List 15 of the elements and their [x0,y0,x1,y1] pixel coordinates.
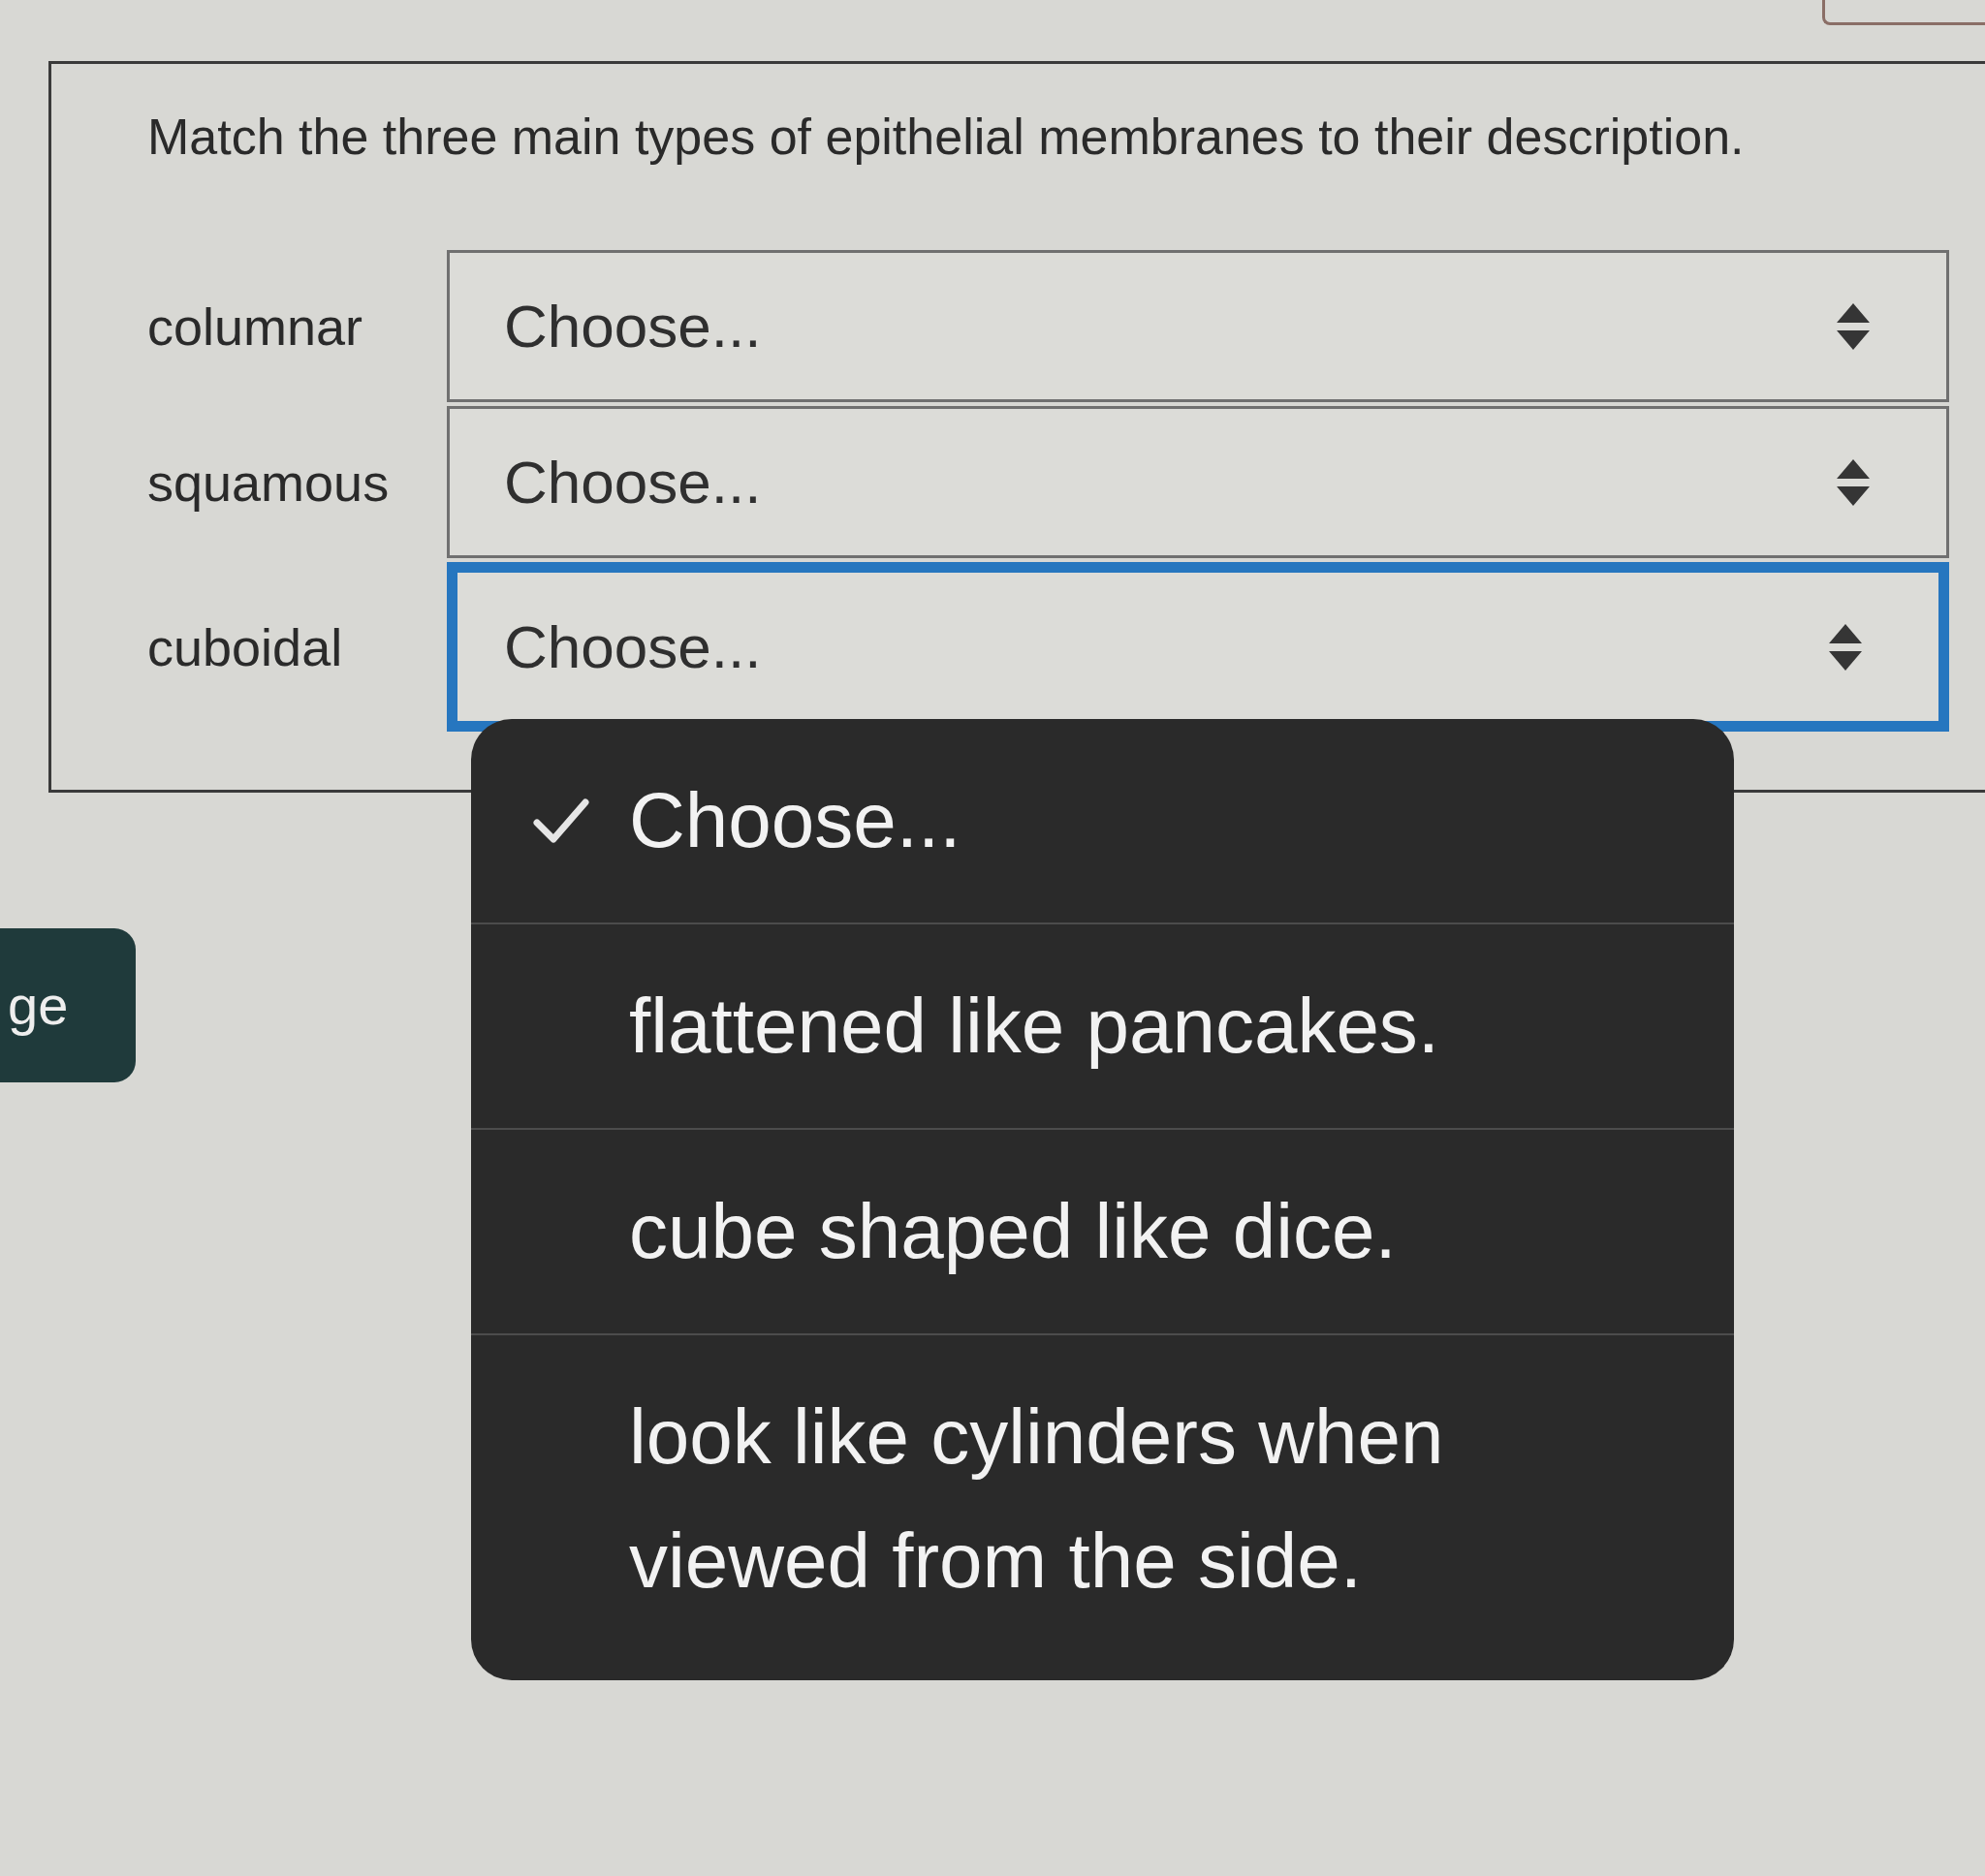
choose-dropdown[interactable]: Choose... [447,562,1949,732]
term-label: squamous [147,452,391,513]
checkmark-icon [532,797,590,844]
choose-dropdown[interactable]: Choose... [447,250,1949,402]
term-label: columnar [147,296,364,357]
up-down-arrows-icon [1828,623,1863,671]
up-down-arrows-icon [1836,302,1871,350]
side-button[interactable]: ge [0,928,136,1082]
menu-option[interactable]: cube shaped like dice. [471,1128,1734,1333]
up-down-arrows-icon [1836,458,1871,506]
choose-dropdown[interactable]: Choose... [447,406,1949,558]
menu-option[interactable]: flattened like pancakes. [471,922,1734,1128]
term-label: cuboidal [147,616,344,677]
menu-option[interactable]: look like cylinders when viewed from the side. [471,1333,1734,1663]
question-text: Match the three main types of epithelial membranes to their description. [147,108,1746,167]
